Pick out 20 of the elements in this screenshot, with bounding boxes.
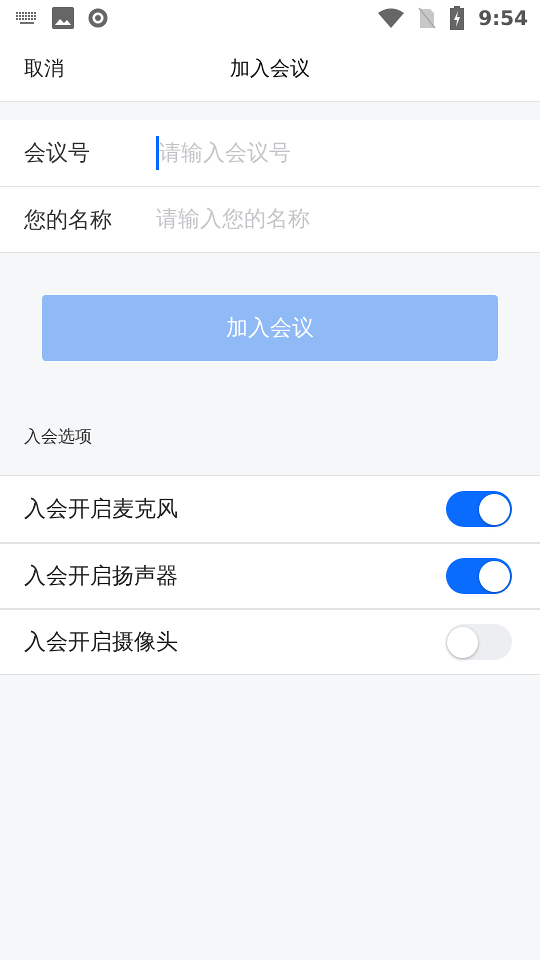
clock-time: 9:54 xyxy=(478,6,528,30)
wifi-icon xyxy=(378,8,404,28)
option-label: 入会开启麦克风 xyxy=(24,496,178,524)
circle-icon xyxy=(88,8,108,28)
option-label: 入会开启扬声器 xyxy=(24,563,178,591)
field-label: 您的名称 xyxy=(24,206,113,234)
toggle-switch[interactable] xyxy=(446,558,512,594)
toggle-switch[interactable] xyxy=(446,491,512,527)
battery-charging-icon xyxy=(450,6,464,30)
cancel-button[interactable]: 取消 xyxy=(24,55,64,82)
image-icon xyxy=(52,7,74,29)
field-label: 会议号 xyxy=(24,140,91,168)
option-label: 入会开启摄像头 xyxy=(24,629,178,657)
toggle-switch[interactable] xyxy=(446,624,512,660)
no-sim-icon xyxy=(418,7,436,29)
page-title: 加入会议 xyxy=(230,55,310,82)
input-field[interactable]: 请输入会议号 xyxy=(159,133,540,173)
keyboard-icon xyxy=(16,12,38,24)
section-title: 入会选项 xyxy=(24,427,92,447)
input-field[interactable]: 请输入您的名称 xyxy=(156,200,540,240)
